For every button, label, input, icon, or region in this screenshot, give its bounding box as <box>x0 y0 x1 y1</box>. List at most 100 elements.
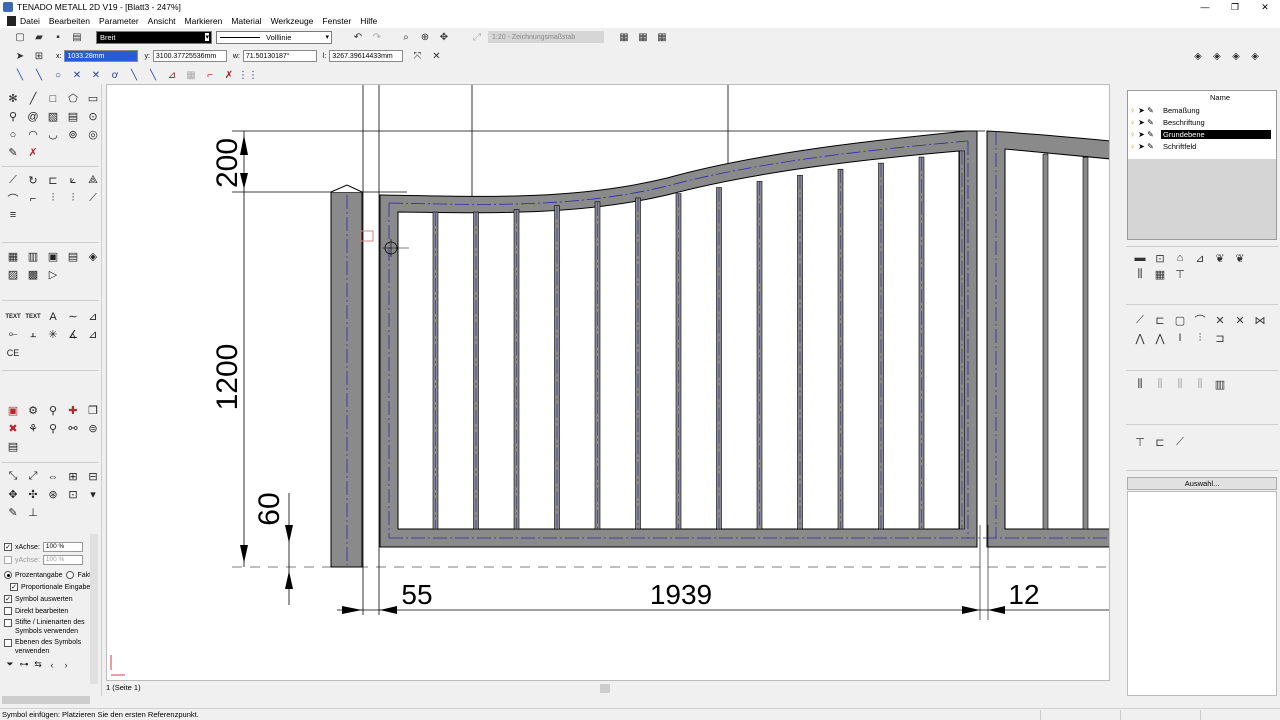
new-file-icon[interactable]: ▢ <box>12 29 28 45</box>
dim-angle-icon[interactable]: ∡ <box>63 326 83 343</box>
cut-profile-icon[interactable]: ⟋ <box>1130 312 1150 328</box>
cancel-icon[interactable]: ✕ <box>428 48 444 64</box>
evaluate-symbol-checkbox[interactable]: ✓ <box>4 595 12 603</box>
circle-tool-icon[interactable]: ○ <box>3 126 23 143</box>
angle-profile-icon[interactable]: ⊏ <box>1150 312 1170 328</box>
endpoint-snap-icon[interactable]: ✕ <box>88 67 104 83</box>
pencil-icon[interactable]: ✎ <box>1146 130 1155 139</box>
prev-icon[interactable]: ‹ <box>45 656 59 673</box>
snowflake-tool-icon[interactable]: ✳ <box>43 326 63 343</box>
factor-radio[interactable] <box>66 571 75 579</box>
bulb-tool-icon[interactable]: ⚲ <box>3 108 23 125</box>
free-snap-icon[interactable]: ✗ <box>221 67 237 83</box>
proportional-checkbox[interactable]: ✓ <box>10 583 18 591</box>
minimize-icon[interactable]: — <box>1190 0 1220 14</box>
percent-radio[interactable] <box>4 571 12 579</box>
menu-parameter[interactable]: Parameter <box>99 16 139 26</box>
perpendicular-snap-icon[interactable]: ╲ <box>126 67 142 83</box>
arrows-icon[interactable]: ⇆ <box>31 656 45 673</box>
tangent-snap-icon[interactable]: ơ <box>107 67 123 83</box>
rounded-rect-tool-icon[interactable]: ▭ <box>83 90 103 107</box>
menu-fenster[interactable]: Fenster <box>322 16 351 26</box>
use-layers-checkbox[interactable] <box>4 639 12 647</box>
next-icon[interactable]: › <box>59 656 73 673</box>
render-wire-icon[interactable]: ◈ <box>1228 48 1244 64</box>
brush-icon[interactable]: ✎ <box>3 504 23 521</box>
arch-profile-icon[interactable]: ⌒ <box>1190 312 1210 328</box>
label-tool-icon[interactable]: ⊿ <box>83 308 103 325</box>
hatch-tool-icon[interactable]: ▧ <box>43 108 63 125</box>
railing-2-icon[interactable]: ⫼ <box>1150 376 1170 392</box>
lines-tool-icon[interactable]: ≡ <box>3 206 23 223</box>
library-tree-icon[interactable]: ⚘ <box>23 420 43 437</box>
connect-icon[interactable]: ⊶ <box>17 656 31 673</box>
play-tool-icon[interactable]: ▷ <box>43 266 63 283</box>
intersection-snap-icon[interactable]: ✕ <box>69 67 85 83</box>
menu-werkzeuge[interactable]: Werkzeuge <box>271 16 314 26</box>
weld-symbol-icon[interactable]: ⫠ <box>23 326 43 343</box>
box-profile-icon[interactable]: ▢ <box>1170 312 1190 328</box>
font-tool-icon[interactable]: A <box>43 308 63 325</box>
menu-markieren[interactable]: Markieren <box>185 16 223 26</box>
page-tab[interactable]: 1 (Seite 1) <box>106 683 141 692</box>
zoom-pan-icon[interactable]: ✥ <box>436 29 452 45</box>
view-side-icon[interactable]: ▦ <box>635 29 651 45</box>
scale-y-icon[interactable]: ⤢ <box>23 468 43 485</box>
line-tool-icon[interactable]: ╱ <box>23 90 43 107</box>
scale-tool-icon[interactable]: ⤢ <box>469 29 485 45</box>
bulb-icon[interactable]: ♀ <box>1128 142 1137 151</box>
menu-bearbeiten[interactable]: Bearbeiten <box>49 16 90 26</box>
grid-off-icon[interactable]: ▦ <box>183 67 199 83</box>
copy-array-tool-icon[interactable]: ⫶ <box>63 190 83 207</box>
rectangle-tool-icon[interactable]: □ <box>43 90 63 107</box>
library-clip-icon[interactable]: ⚯ <box>63 420 83 437</box>
corner-tool-icon[interactable]: ⌐ <box>23 190 43 207</box>
print-icon[interactable]: ▤ <box>69 29 85 45</box>
ce-mark-icon[interactable]: CE <box>3 344 23 361</box>
library-remove-icon[interactable]: ✖ <box>3 420 23 437</box>
circle-center-tool-icon[interactable]: ⊙ <box>83 108 103 125</box>
line-snap-2-icon[interactable]: ╲ <box>31 67 47 83</box>
roof-profile-icon[interactable]: ⋀ <box>1130 330 1150 346</box>
library-gear-icon[interactable]: ⚙ <box>23 402 43 419</box>
library-profile-icon[interactable]: ▣ <box>3 402 23 419</box>
library-copy-icon[interactable]: ❐ <box>83 402 103 419</box>
view-top-icon[interactable]: ▦ <box>654 29 670 45</box>
rotate-copy-icon[interactable]: ⊛ <box>43 486 63 503</box>
roof-profile-2-icon[interactable]: ⋀ <box>1150 330 1170 346</box>
undo-icon[interactable]: ↶ <box>350 29 366 45</box>
spiral-tool-icon[interactable]: @ <box>23 108 43 125</box>
stair-icon[interactable]: ⊿ <box>1190 250 1210 266</box>
cursor-icon[interactable]: ➤ <box>1137 106 1146 115</box>
library-pin-icon[interactable]: ⚲ <box>43 420 63 437</box>
arc-tool-icon[interactable]: ◠ <box>23 126 43 143</box>
reflect-icon[interactable]: ⊡ <box>63 486 83 503</box>
dim-chain-icon[interactable]: ⊿ <box>83 326 103 343</box>
save-icon[interactable]: ▪ <box>50 29 66 45</box>
cursor-icon[interactable]: ➤ <box>1137 142 1146 151</box>
frame-tool-icon[interactable]: ▣ <box>43 248 63 265</box>
array-tool-icon[interactable]: ⫶ <box>43 190 63 207</box>
grating-icon[interactable]: ▦ <box>1150 266 1170 282</box>
cross-arrows-icon[interactable]: ⤧ <box>409 48 425 64</box>
offset-tool-icon[interactable]: ⊏ <box>43 172 63 189</box>
menu-hilfe[interactable]: Hilfe <box>360 16 377 26</box>
bulb-icon[interactable]: ♀ <box>1128 106 1137 115</box>
columns-tool-icon[interactable]: ▥ <box>23 248 43 265</box>
bulb-icon[interactable]: ♀ <box>1128 130 1137 139</box>
layer-row[interactable]: ♀ ➤ ✎ Schriftfeld <box>1128 141 1276 152</box>
bracket-icon[interactable]: ⊐ <box>1210 330 1230 346</box>
drawing-scale-field[interactable]: 1:20 - Zeichnungsmaßstab <box>488 31 604 43</box>
line-snap-icon[interactable]: ╲ <box>12 67 28 83</box>
gate-icon[interactable]: ⌂ <box>1170 250 1190 266</box>
curve-text-icon[interactable]: ∼ <box>63 308 83 325</box>
offset-snap-icon[interactable]: ⊿ <box>164 67 180 83</box>
table-tool-icon[interactable]: ▦ <box>3 248 23 265</box>
bulb-icon[interactable]: ♀ <box>1128 118 1137 127</box>
cross-profile-icon[interactable]: ✕ <box>1210 312 1230 328</box>
railing-5-icon[interactable]: ▥ <box>1210 376 1230 392</box>
view-front-icon[interactable]: ▦ <box>616 29 632 45</box>
cut-tool-icon[interactable]: ⟋ <box>3 172 23 189</box>
pencil-icon[interactable]: ✎ <box>1146 106 1155 115</box>
ring-tool-icon[interactable]: ◎ <box>83 126 103 143</box>
